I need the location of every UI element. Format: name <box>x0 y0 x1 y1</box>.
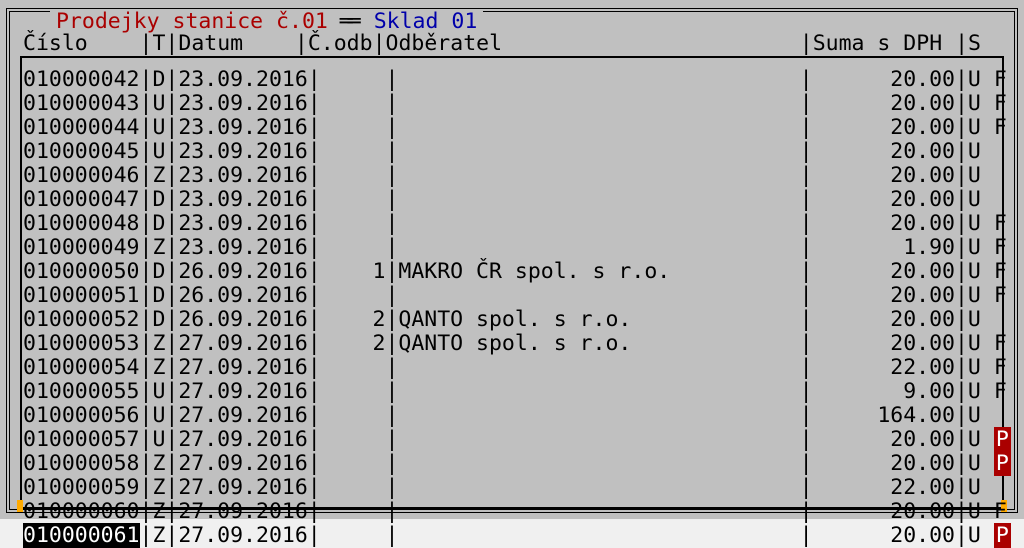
cell-cislo: 010000054 <box>23 355 140 380</box>
cell-cislo: 010000053 <box>23 331 140 356</box>
cell-flag: F <box>994 91 1007 116</box>
cell-flag: F <box>994 259 1007 284</box>
table-row[interactable]: 010000051|D|26.09.2016| | | 20.00|U F <box>23 284 1001 308</box>
cell-flag: F <box>994 235 1007 260</box>
cell-cislo: 010000057 <box>23 427 140 452</box>
cell-cislo: 010000043 <box>23 91 140 116</box>
table-row[interactable]: 010000044|U|23.09.2016| | | 20.00|U F <box>23 116 1001 140</box>
cell-flag: P <box>994 451 1011 476</box>
cell-cislo: 010000058 <box>23 451 140 476</box>
table-row[interactable]: 010000045|U|23.09.2016| | | 20.00|U <box>23 140 1001 164</box>
cell-cislo: 010000042 <box>23 67 140 92</box>
cell-cislo: 010000046 <box>23 163 140 188</box>
cell-flag: F <box>994 211 1007 236</box>
table-row[interactable]: 010000055|U|27.09.2016| | | 9.00|U F <box>23 380 1001 404</box>
cell-cislo: 010000060 <box>23 499 140 524</box>
col-s: S <box>968 31 981 56</box>
cell-flag: P <box>994 427 1011 452</box>
window-frame: Prodejky stanice č.01 ══ Sklad 01 Číslo … <box>6 8 1018 513</box>
cell-cislo: 010000050 <box>23 259 140 284</box>
cell-flag: F <box>994 499 1007 524</box>
table-row[interactable]: 010000061|Z|27.09.2016| | | 20.00|U P <box>23 524 1001 548</box>
cell-flag: F <box>994 283 1007 308</box>
cell-cislo: 010000059 <box>23 475 140 500</box>
cell-cislo: 010000045 <box>23 139 140 164</box>
cell-cislo: 010000056 <box>23 403 140 428</box>
col-odberatel: Odběratel <box>386 31 503 56</box>
cell-flag: F <box>994 379 1007 404</box>
col-datum: Datum <box>178 31 243 56</box>
table-row[interactable]: 010000059|Z|27.09.2016| | | 22.00|U <box>23 476 1001 500</box>
frame-inner-left <box>20 56 22 509</box>
cell-cislo: 010000044 <box>23 115 140 140</box>
col-cislo: Číslo <box>23 31 88 56</box>
terminal-screen: Prodejky stanice č.01 ══ Sklad 01 Číslo … <box>0 0 1024 519</box>
table-row[interactable]: 010000056|U|27.09.2016| | | 164.00|U <box>23 404 1001 428</box>
table-row[interactable]: 010000054|Z|27.09.2016| | | 22.00|U F <box>23 356 1001 380</box>
cell-cislo: 010000061 <box>23 523 140 548</box>
table-row[interactable]: 010000053|Z|27.09.2016| 2|QANTO spol. s … <box>23 332 1001 356</box>
table-header: Číslo |T|Datum |Č.odb|Odběratel |Suma s … <box>23 32 1001 56</box>
cell-cislo: 010000047 <box>23 187 140 212</box>
cell-flag: P <box>994 523 1011 548</box>
table-row[interactable]: 010000047|D|23.09.2016| | | 20.00|U <box>23 188 1001 212</box>
table-row[interactable]: 010000058|Z|27.09.2016| | | 20.00|U P <box>23 452 1001 476</box>
cell-cislo: 010000048 <box>23 211 140 236</box>
table-row[interactable]: 010000057|U|27.09.2016| | | 20.00|U P <box>23 428 1001 452</box>
cell-cislo: 010000049 <box>23 235 140 260</box>
table-row[interactable]: 010000046|Z|23.09.2016| | | 20.00|U <box>23 164 1001 188</box>
cell-flag: F <box>994 331 1007 356</box>
col-suma: Suma s DPH <box>813 31 942 56</box>
table-row[interactable]: 010000042|D|23.09.2016| | | 20.00|U F <box>23 68 1001 92</box>
cell-flag: F <box>994 67 1007 92</box>
cell-cislo: 010000051 <box>23 283 140 308</box>
table-row[interactable]: 010000049|Z|23.09.2016| | | 1.90|U F <box>23 236 1001 260</box>
col-t: T <box>152 31 165 56</box>
table-body: 010000042|D|23.09.2016| | | 20.00|U F010… <box>23 68 1001 548</box>
table-row[interactable]: 010000043|U|23.09.2016| | | 20.00|U F <box>23 92 1001 116</box>
header-separator <box>22 56 1002 58</box>
cell-cislo: 010000052 <box>23 307 140 332</box>
table-row[interactable]: 010000060|Z|27.09.2016| | | 20.00|U F <box>23 500 1001 524</box>
col-codb: Č.odb <box>308 31 373 56</box>
cell-cislo: 010000055 <box>23 379 140 404</box>
cell-flag: F <box>994 115 1007 140</box>
table-row[interactable]: 010000052|D|26.09.2016| 2|QANTO spol. s … <box>23 308 1001 332</box>
cell-flag: F <box>994 355 1007 380</box>
table-row[interactable]: 010000050|D|26.09.2016| 1|MAKRO ČR spol.… <box>23 260 1001 284</box>
table-row[interactable]: 010000048|D|23.09.2016| | | 20.00|U F <box>23 212 1001 236</box>
